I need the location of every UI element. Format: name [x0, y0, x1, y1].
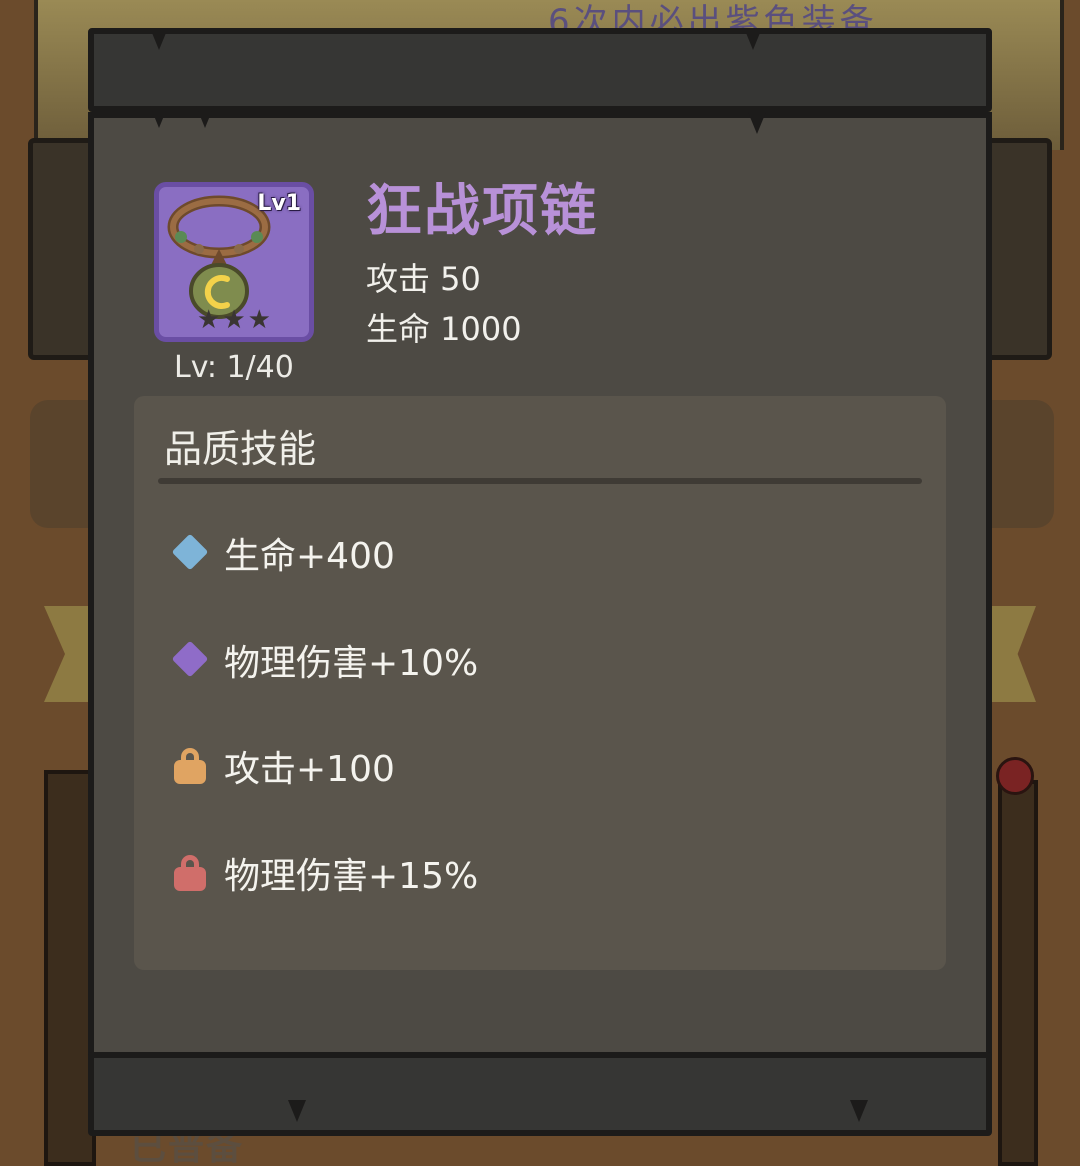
- plank-notch: [196, 106, 214, 128]
- plank-notch: [288, 1100, 306, 1122]
- quality-skills-panel: 品质技能 生命+400 物理伤害+10% 攻击+100 物理伤害+15%: [134, 396, 946, 970]
- star-icon: ★: [197, 305, 221, 335]
- blue-diamond-icon: [171, 533, 209, 573]
- item-icon-frame[interactable]: Lv1 ★ ★ ★: [154, 182, 314, 342]
- background-post-right: [998, 780, 1038, 1166]
- modal-bottom-plank: [88, 1052, 992, 1136]
- item-level-badge: Lv1: [257, 191, 301, 216]
- purple-diamond-icon: [171, 640, 209, 680]
- star-icon: ★: [247, 305, 271, 335]
- skill-text: 生命+400: [224, 536, 395, 577]
- item-star-rating: ★ ★ ★: [197, 307, 271, 333]
- modal-top-plank: [88, 28, 992, 112]
- star-icon: ★: [222, 305, 246, 335]
- skills-divider: [158, 478, 922, 484]
- skill-text: 物理伤害+15%: [224, 856, 479, 897]
- plank-notch: [850, 1100, 868, 1122]
- skill-text: 攻击+100: [224, 749, 395, 790]
- plank-notch: [150, 106, 168, 128]
- item-level-text: Lv: 1/40: [174, 350, 294, 385]
- skill-row: 物理伤害+10%: [171, 635, 479, 685]
- red-lock-icon: [172, 853, 208, 893]
- plank-notch: [748, 112, 766, 134]
- orange-lock-icon: [172, 746, 208, 786]
- stat-attack: 攻击 50: [366, 260, 481, 298]
- background-notification-dot: [996, 757, 1034, 795]
- background-ribbon-right: [990, 606, 1036, 702]
- skill-row: 物理伤害+15%: [172, 848, 478, 898]
- plank-notch: [744, 28, 762, 50]
- skill-text: 物理伤害+10%: [224, 643, 479, 684]
- item-name: 狂战项链: [366, 179, 598, 244]
- skill-row: 攻击+100: [172, 741, 395, 791]
- plank-notch: [150, 28, 168, 50]
- skill-row: 生命+400: [171, 528, 395, 578]
- skills-title: 品质技能: [164, 427, 317, 471]
- stat-health: 生命 1000: [366, 310, 522, 348]
